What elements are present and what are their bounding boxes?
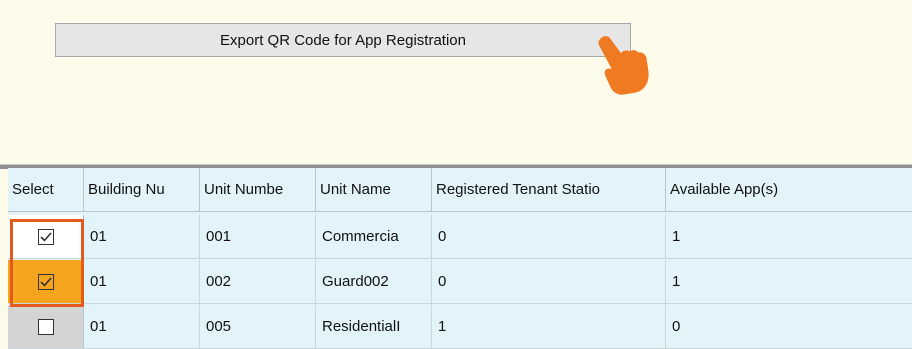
select-cell[interactable] [8, 305, 84, 348]
available-apps-cell[interactable]: 1 [666, 260, 912, 303]
top-panel: Export QR Code for App Registration [0, 0, 912, 165]
select-cell[interactable] [8, 260, 84, 303]
unit-number-cell[interactable]: 005 [200, 305, 316, 348]
table-header-row: Select Building Nu Unit Numbe Unit Name … [8, 168, 912, 212]
units-table: Select Building Nu Unit Numbe Unit Name … [8, 168, 912, 349]
table-row[interactable]: 01 001 Commercia 0 1 [8, 215, 912, 259]
column-header-unit-name[interactable]: Unit Name [316, 168, 432, 211]
column-header-unit-number[interactable]: Unit Numbe [200, 168, 316, 211]
unit-number-cell[interactable]: 001 [200, 215, 316, 258]
unit-name-cell[interactable]: Commercia [316, 215, 432, 258]
unit-name-cell[interactable]: Guard002 [316, 260, 432, 303]
registered-tenant-station-cell[interactable]: 1 [432, 305, 666, 348]
available-apps-cell[interactable]: 0 [666, 305, 912, 348]
hand-pointer-icon [598, 36, 649, 95]
export-qr-code-button[interactable]: Export QR Code for App Registration [55, 23, 631, 57]
unit-number-cell[interactable]: 002 [200, 260, 316, 303]
column-header-available-apps[interactable]: Available App(s) [666, 168, 912, 211]
registered-tenant-station-cell[interactable]: 0 [432, 260, 666, 303]
column-header-building-number[interactable]: Building Nu [84, 168, 200, 211]
table-row[interactable]: 01 002 Guard002 0 1 [8, 260, 912, 304]
building-number-cell[interactable]: 01 [84, 260, 200, 303]
checkbox-icon[interactable] [37, 273, 54, 290]
building-number-cell[interactable]: 01 [84, 215, 200, 258]
available-apps-cell[interactable]: 1 [666, 215, 912, 258]
table-row[interactable]: 01 005 ResidentialI 1 0 [8, 305, 912, 349]
column-header-registered-tenant-station[interactable]: Registered Tenant Statio [432, 168, 666, 211]
registered-tenant-station-cell[interactable]: 0 [432, 215, 666, 258]
unit-name-cell[interactable]: ResidentialI [316, 305, 432, 348]
select-cell[interactable] [8, 215, 84, 258]
column-header-select[interactable]: Select [8, 168, 84, 211]
checkbox-icon[interactable] [37, 228, 54, 245]
checkbox-icon[interactable] [37, 318, 54, 335]
building-number-cell[interactable]: 01 [84, 305, 200, 348]
